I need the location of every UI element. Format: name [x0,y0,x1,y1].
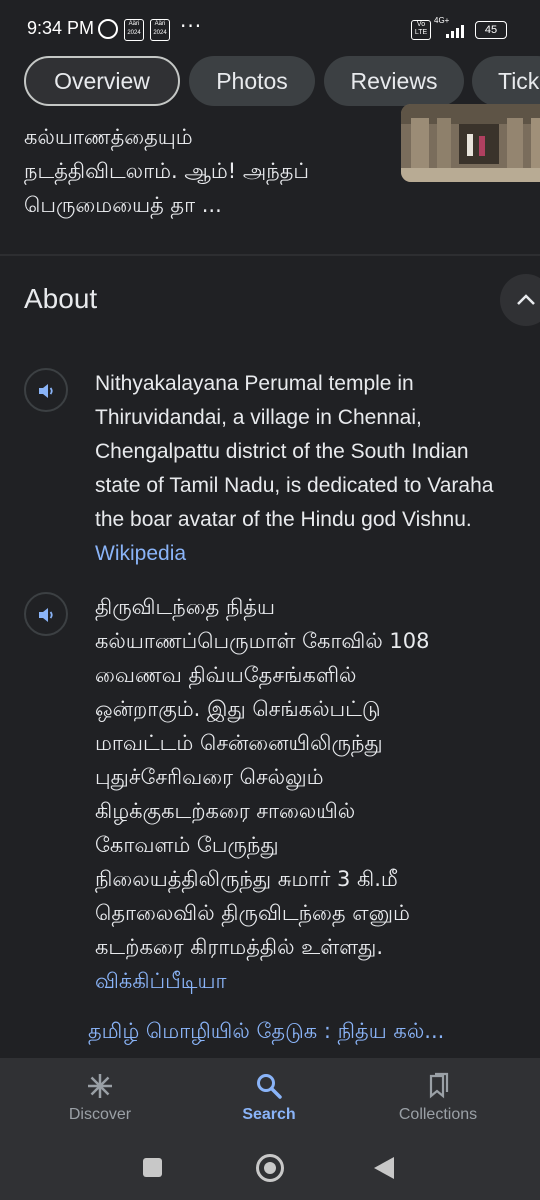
description-line: நிலையத்திலிருந்து சுமார் 3 கி.மீ [95,867,398,891]
screen: 9:34 PM Ääri 2024 Ääri 2024 ··· Vo LTE 4… [0,0,540,1200]
status-time: 9:34 PM [27,18,95,38]
home-button[interactable] [256,1154,284,1182]
nav-search[interactable]: Search [179,1058,359,1140]
nav-label: Collections [398,1106,478,1123]
listen-button[interactable] [24,368,68,412]
nav-label: Search [242,1106,296,1123]
nav-discover[interactable]: Discover [10,1058,190,1140]
description-line: Chengalpattu district of the South India… [95,440,469,463]
asterisk-icon [88,1074,112,1098]
description-line: Thiruvidandai, a village in Chennai, [95,406,422,429]
signal-icon [444,22,468,38]
more-notifications-icon: ··· [180,14,203,38]
tab-bar: Overview Photos Reviews Tick [0,56,540,108]
tab-tickets[interactable]: Tick [472,56,540,106]
collections-icon [429,1072,449,1099]
volte-icon: Vo LTE [411,20,431,40]
wikipedia-link[interactable]: Wikipedia [95,537,540,571]
nav-label: Discover [68,1106,132,1123]
section-divider [0,254,540,256]
tamil-wikipedia-link[interactable]: விக்கிப்பீடியா [95,964,540,998]
overview-snippet: கல்யாணத்தையும் நடத்திவிடலாம். ஆம்! அந்தப… [24,120,384,222]
description-line: கல்யாணப்பெருமாள் கோவில் 108 [95,629,430,653]
description-line: the boar avatar of the Hindu god Vishnu. [95,508,472,531]
description-line: கிழக்குகடற்கரை சாலையில் [95,799,356,823]
chevron-up-icon [517,294,535,305]
description-line: ஒன்றாகும். இது செங்கல்பட்டு [95,697,381,721]
about-description-english: Nithyakalayana Perumal temple in Thiruvi… [95,367,540,571]
description-line: மாவட்டம் சென்னையிலிருந்து [95,731,383,755]
tab-photos[interactable]: Photos [189,56,315,106]
description-line: திருவிடந்தை நித்ய [95,595,276,619]
description-line: புதுச்சேரிவரை செல்லும் [95,765,324,789]
status-bar: 9:34 PM Ääri 2024 Ääri 2024 ··· Vo LTE 4… [0,0,540,56]
tab-reviews[interactable]: Reviews [324,56,464,106]
notification-icon: Ääri 2024 [124,19,144,41]
recents-button[interactable] [143,1158,162,1177]
listen-button[interactable] [24,592,68,636]
system-navigation-bar [0,1140,540,1200]
about-description-tamil: திருவிடந்தை நித்ய கல்யாணப்பெருமாள் கோவில… [95,590,540,998]
description-line: கடற்கரை கிராமத்தில் உள்ளது. [95,935,384,959]
speaker-icon [39,608,53,622]
description-line: Nithyakalayana Perumal temple in [95,372,414,395]
snippet-line: பெருமையைத் தா ... [24,193,222,217]
description-line: வைணவ திவ்யதேசங்களில் [95,663,357,687]
whatsapp-icon [98,19,118,39]
bottom-navigation: Discover Search Collections [0,1058,540,1140]
nav-collections[interactable]: Collections [348,1058,528,1140]
snippet-line: நடத்திவிடலாம். ஆம்! அந்தப் [24,159,309,183]
about-heading: About [24,283,98,314]
temple-photo [401,104,540,182]
notification-icon: Ääri 2024 [150,19,170,41]
tab-overview[interactable]: Overview [24,56,180,106]
battery-icon: 45 [475,21,507,39]
snippet-line: கல்யாணத்தையும் [24,125,193,149]
description-line: கோவளம் பேருந்து [95,833,279,857]
back-button[interactable] [374,1157,394,1179]
temple-thumbnail[interactable] [401,104,540,182]
search-icon [257,1074,282,1099]
description-line: state of Tamil Nadu, is dedicated to Var… [95,474,494,497]
description-line: தொலைவில் திருவிடந்தை எனும் [95,901,410,925]
speaker-icon [39,384,53,398]
search-in-tamil-link[interactable]: தமிழ் மொழியில் தேடுக : நித்ய கல்... [88,1019,538,1046]
collapse-button[interactable] [500,274,540,326]
